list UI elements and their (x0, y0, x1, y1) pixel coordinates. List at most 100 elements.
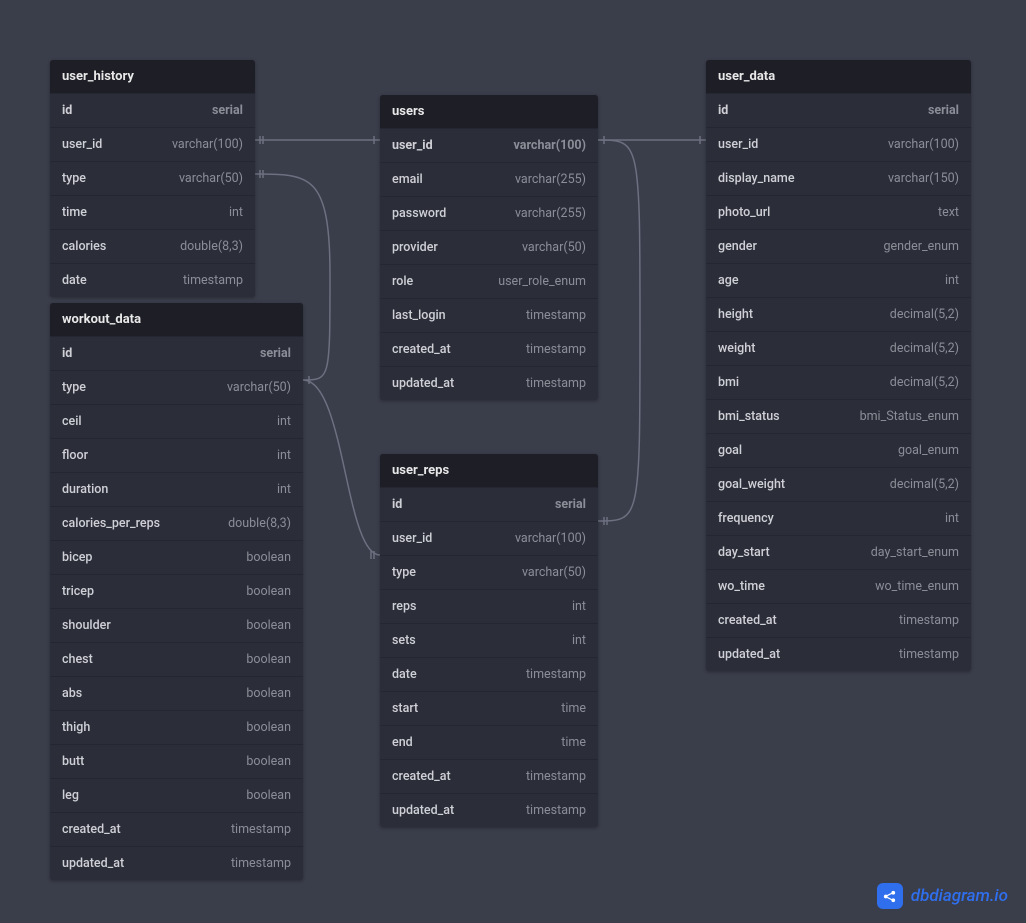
table-row[interactable]: timeint (50, 195, 255, 229)
column-name: created_at (718, 613, 777, 628)
table-row[interactable]: goalgoal_enum (706, 433, 971, 467)
table-row[interactable]: calories_per_repsdouble(8,3) (50, 506, 303, 540)
table-row[interactable]: legboolean (50, 778, 303, 812)
table-row[interactable]: created_attimestamp (706, 603, 971, 637)
table-row[interactable]: typevarchar(50) (50, 161, 255, 195)
column-type: varchar(255) (515, 206, 586, 221)
table-row[interactable]: updated_attimestamp (706, 637, 971, 671)
table-row[interactable]: roleuser_role_enum (380, 264, 598, 298)
table-header[interactable]: workout_data (50, 303, 303, 336)
table-user-reps[interactable]: user_reps idserialuser_idvarchar(100)typ… (380, 454, 598, 827)
table-row[interactable]: providervarchar(50) (380, 230, 598, 264)
table-row[interactable]: absboolean (50, 676, 303, 710)
table-row[interactable]: created_attimestamp (380, 332, 598, 366)
column-type: int (277, 448, 291, 463)
table-row[interactable]: floorint (50, 438, 303, 472)
column-type: serial (928, 103, 959, 118)
table-row[interactable]: user_idvarchar(100) (380, 521, 598, 555)
column-type: boolean (246, 584, 291, 599)
table-header[interactable]: user_data (706, 60, 971, 93)
column-name: user_id (392, 531, 432, 546)
table-row[interactable]: durationint (50, 472, 303, 506)
table-row[interactable]: day_startday_start_enum (706, 535, 971, 569)
table-body: idserialuser_idvarchar(100)display_namev… (706, 93, 971, 671)
table-row[interactable]: thighboolean (50, 710, 303, 744)
diagram-canvas[interactable]: user_history idserialuser_idvarchar(100)… (0, 0, 1026, 923)
table-user-data[interactable]: user_data idserialuser_idvarchar(100)dis… (706, 60, 971, 671)
table-row[interactable]: user_idvarchar(100) (50, 127, 255, 161)
table-row[interactable]: updated_attimestamp (380, 366, 598, 400)
table-row[interactable]: idserial (50, 336, 303, 370)
column-type: varchar(100) (514, 138, 586, 153)
table-row[interactable]: caloriesdouble(8,3) (50, 229, 255, 263)
table-row[interactable]: ageint (706, 263, 971, 297)
table-row[interactable]: goal_weightdecimal(5,2) (706, 467, 971, 501)
column-name: updated_at (62, 856, 124, 871)
table-row[interactable]: created_attimestamp (380, 759, 598, 793)
table-row[interactable]: datetimestamp (50, 263, 255, 297)
table-header[interactable]: user_reps (380, 454, 598, 487)
table-row[interactable]: user_id varchar(100) (380, 128, 598, 162)
column-type: boolean (246, 788, 291, 803)
table-row[interactable]: user_idvarchar(100) (706, 127, 971, 161)
column-type: timestamp (231, 856, 291, 871)
column-name: bicep (62, 550, 92, 565)
column-name: user_id (392, 138, 433, 153)
table-row[interactable]: bmi_statusbmi_Status_enum (706, 399, 971, 433)
table-row[interactable]: gendergender_enum (706, 229, 971, 263)
column-name: date (392, 667, 417, 682)
table-row[interactable]: display_namevarchar(150) (706, 161, 971, 195)
column-type: int (277, 482, 291, 497)
table-row[interactable]: endtime (380, 725, 598, 759)
table-row[interactable]: idserial (380, 487, 598, 521)
table-row[interactable]: photo_urltext (706, 195, 971, 229)
column-type: timestamp (899, 647, 959, 662)
table-row[interactable]: repsint (380, 589, 598, 623)
table-row[interactable]: idserial (706, 93, 971, 127)
table-row[interactable]: typevarchar(50) (380, 555, 598, 589)
table-row[interactable]: wo_timewo_time_enum (706, 569, 971, 603)
table-row[interactable]: updated_at timestamp (50, 846, 303, 880)
table-row[interactable]: datetimestamp (380, 657, 598, 691)
table-row[interactable]: chestboolean (50, 642, 303, 676)
table-header[interactable]: user_history (50, 60, 255, 93)
table-user-history[interactable]: user_history idserialuser_idvarchar(100)… (50, 60, 255, 297)
table-workout-data[interactable]: workout_data idserialtypevarchar(50)ceil… (50, 303, 303, 880)
table-row[interactable]: heightdecimal(5,2) (706, 297, 971, 331)
table-users[interactable]: users user_id varchar(100) emailvarchar(25… (380, 95, 598, 400)
column-name: bmi (718, 375, 739, 390)
column-type: int (229, 205, 243, 220)
table-header[interactable]: users (380, 95, 598, 128)
table-row[interactable]: password varchar(255) (380, 196, 598, 230)
column-name: created_at (392, 342, 451, 357)
column-type: goal_enum (898, 443, 959, 458)
table-row[interactable]: idserial (50, 93, 255, 127)
table-row[interactable]: ceilint (50, 404, 303, 438)
table-row[interactable]: updated_attimestamp (380, 793, 598, 827)
column-name: provider (392, 240, 438, 255)
table-row[interactable]: bmidecimal(5,2) (706, 365, 971, 399)
column-name: weight (718, 341, 755, 356)
brand-watermark[interactable]: dbdiagram.io (877, 883, 1008, 909)
table-row[interactable]: frequencyint (706, 501, 971, 535)
column-name: user_id (718, 137, 758, 152)
table-row[interactable]: buttboolean (50, 744, 303, 778)
column-name: tricep (62, 584, 94, 599)
table-row[interactable]: tricep boolean (50, 574, 303, 608)
column-name: age (718, 273, 739, 288)
column-name: start (392, 701, 418, 716)
column-type: int (572, 633, 586, 648)
table-row[interactable]: weightdecimal(5,2) (706, 331, 971, 365)
table-row[interactable]: emailvarchar(255) (380, 162, 598, 196)
table-row[interactable]: created_attimestamp (50, 812, 303, 846)
column-name: frequency (718, 511, 774, 526)
table-row[interactable]: typevarchar(50) (50, 370, 303, 404)
column-name: password (392, 206, 446, 221)
table-row[interactable]: bicepboolean (50, 540, 303, 574)
table-row[interactable]: shoulderboolean (50, 608, 303, 642)
table-row[interactable]: last_logintimestamp (380, 298, 598, 332)
column-name: user_id (62, 137, 102, 152)
table-row[interactable]: starttime (380, 691, 598, 725)
column-name: date (62, 273, 87, 288)
table-row[interactable]: setsint (380, 623, 598, 657)
